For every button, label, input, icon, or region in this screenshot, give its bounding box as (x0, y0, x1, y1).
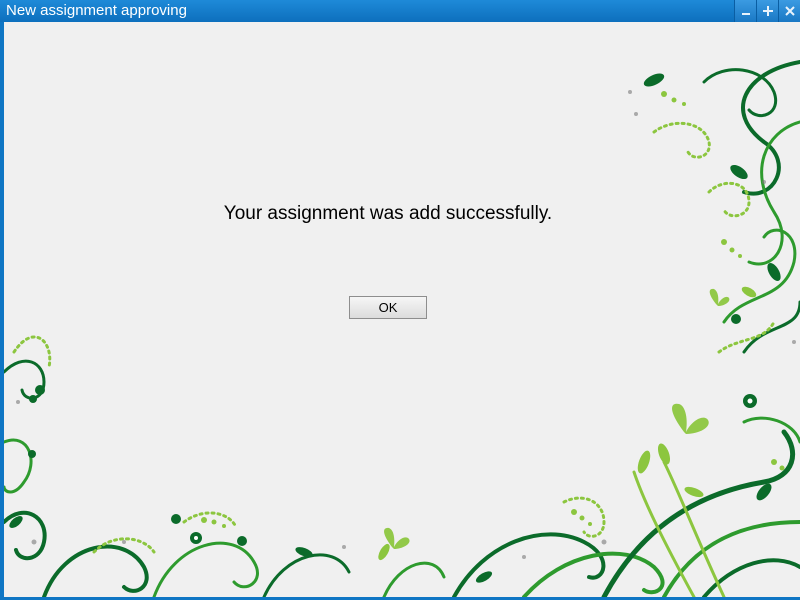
maximize-button[interactable] (756, 0, 778, 22)
minimize-icon (742, 13, 750, 15)
close-button[interactable] (778, 0, 800, 22)
app-window: New assignment approving Your assignment… (0, 0, 800, 600)
close-icon (785, 6, 795, 16)
dialog-body: Your assignment was add successfully. OK (4, 22, 800, 597)
minimize-button[interactable] (734, 0, 756, 22)
success-message: Your assignment was add successfully. (223, 203, 553, 224)
window-title: New assignment approving (6, 2, 187, 19)
title-bar[interactable]: New assignment approving (0, 0, 800, 22)
maximize-icon (763, 6, 773, 16)
ok-button[interactable]: OK (349, 296, 427, 319)
